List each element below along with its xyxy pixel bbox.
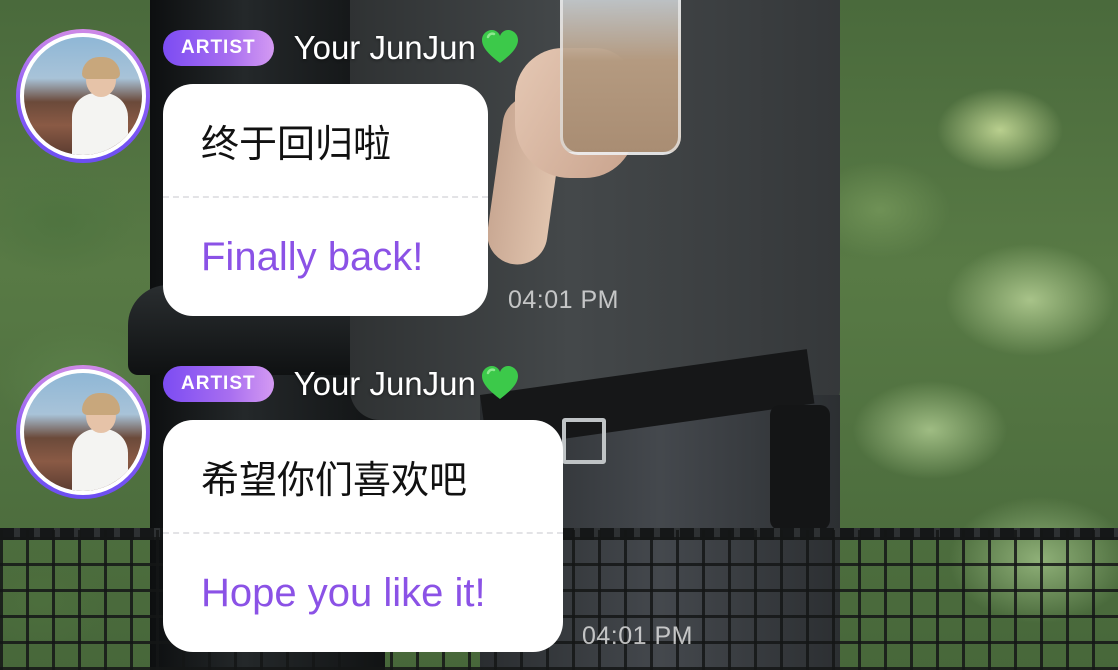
sender-name[interactable]: Your JunJun (294, 29, 476, 67)
message-timestamp: 04:01 PM (582, 622, 694, 650)
artist-badge: ARTIST (163, 366, 274, 402)
artist-badge: ARTIST (163, 30, 274, 66)
background-camera (770, 405, 830, 530)
message-translation-text: Hope you like it! (201, 570, 486, 615)
message-translation-text: Finally back! (201, 234, 424, 279)
avatar[interactable] (16, 365, 150, 499)
message-timestamp: 04:01 PM (508, 286, 620, 314)
sender-row: ARTIST Your JunJun (163, 28, 520, 68)
green-heart-icon (481, 366, 518, 399)
message-bubble[interactable]: 终于回归啦 Finally back! (163, 84, 488, 316)
message-original-text: 终于回归啦 (201, 121, 392, 166)
avatar-person-hair (82, 57, 120, 79)
message-bubble[interactable]: 希望你们喜欢吧 Hope you like it! (163, 420, 563, 652)
avatar-photo (20, 369, 146, 495)
avatar-person-hair (82, 393, 120, 415)
sender-name[interactable]: Your JunJun (294, 365, 476, 403)
background-belt-buckle (562, 418, 606, 464)
message-original-text: 希望你们喜欢吧 (201, 457, 468, 502)
sender-row: ARTIST Your JunJun (163, 364, 520, 404)
avatar-person-body (72, 93, 128, 155)
avatar[interactable] (16, 29, 150, 163)
background-coffee-cup (560, 0, 681, 155)
green-heart-icon (481, 30, 518, 63)
avatar-person-body (72, 429, 128, 491)
avatar-photo (20, 33, 146, 159)
